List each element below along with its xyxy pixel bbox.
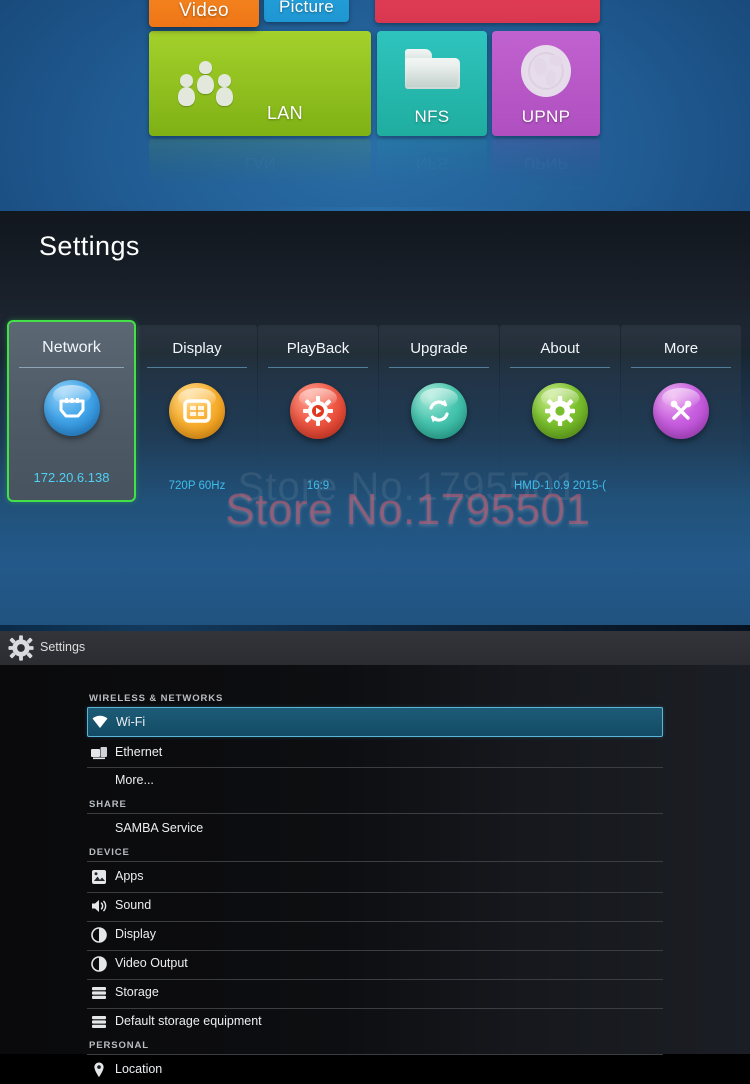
- tab-display-label: Display: [172, 340, 222, 357]
- divider: [147, 367, 247, 368]
- list-item-samba-service-label: SAMBA Service: [115, 821, 204, 835]
- list-item-more-label: More...: [115, 773, 154, 787]
- tab-network[interactable]: Network 172.20.6.138: [7, 320, 136, 502]
- launcher-tile-nfs-label: NFS: [414, 107, 450, 126]
- tab-display[interactable]: Display 720P 60Hz: [137, 325, 257, 502]
- monitor-icon: [169, 383, 225, 439]
- launcher-tile-video-label: Video: [179, 0, 229, 21]
- list-item-video-output-label: Video Output: [115, 956, 188, 970]
- launcher-reflection-upnp: UPNP: [492, 139, 600, 199]
- tv-settings-panel: Settings Store No.1795501 Store No.17955…: [0, 207, 750, 625]
- refresh-icon: [411, 383, 467, 439]
- apps-icon: [90, 868, 108, 886]
- storage-icon: [90, 984, 108, 1002]
- page-title: Settings: [39, 231, 140, 261]
- launcher-tile-upnp[interactable]: UPNP: [492, 31, 600, 136]
- divider: [631, 367, 731, 368]
- launcher-reflection-lan: LAN: [149, 139, 371, 199]
- divider: [268, 367, 368, 368]
- android-app-bar-title: Settings: [40, 640, 86, 654]
- list-item-storage-label: Storage: [115, 985, 159, 999]
- wifi-icon: [91, 713, 109, 731]
- section-header-wireless: WIRELESS & NETWORKS: [89, 693, 224, 704]
- list-item-wifi[interactable]: Wi-Fi: [87, 707, 663, 737]
- tab-network-label: Network: [42, 339, 101, 356]
- globe-icon: [521, 45, 571, 97]
- tab-more[interactable]: More: [621, 325, 741, 502]
- tab-playback-label: PlayBack: [286, 340, 350, 357]
- list-item-default-storage-equipment[interactable]: Default storage equipment: [87, 1008, 663, 1036]
- gear-icon: [532, 383, 588, 439]
- divider: [87, 813, 663, 814]
- launcher-tile-video[interactable]: Video: [149, 0, 259, 27]
- tab-playback-value: 16:9: [306, 480, 330, 492]
- launcher-panel: Picture Video LAN NFS UPNP LAN NFS UPNP: [0, 0, 750, 207]
- launcher-tile-upnp-label: UPNP: [521, 107, 571, 126]
- tab-about-label: About: [540, 340, 580, 357]
- people-icon: [177, 61, 237, 109]
- list-item-apps-label: Apps: [115, 869, 144, 883]
- divider: [19, 367, 124, 368]
- gear-play-icon: [290, 383, 346, 439]
- display-icon: [90, 926, 108, 944]
- divider: [87, 861, 663, 862]
- ethernet-icon: [90, 744, 108, 762]
- section-header-share: SHARE: [89, 799, 127, 810]
- divider: [0, 207, 750, 211]
- display-icon: [90, 955, 108, 973]
- gear-icon: [8, 635, 34, 661]
- section-header-personal: PERSONAL: [89, 1040, 149, 1051]
- tab-display-value: 720P 60Hz: [168, 480, 226, 492]
- tools-icon: [653, 383, 709, 439]
- ethernet-port-icon: [43, 380, 100, 436]
- sound-icon: [90, 897, 108, 915]
- tab-more-label: More: [663, 340, 699, 357]
- section-header-device: DEVICE: [89, 847, 130, 858]
- launcher-tile-picture[interactable]: Picture: [264, 0, 349, 22]
- list-item-display-label: Display: [115, 927, 156, 941]
- list-item-sound-label: Sound: [115, 898, 152, 912]
- list-item-ethernet-label: Ethernet: [115, 745, 163, 759]
- divider: [510, 367, 610, 368]
- list-item-display[interactable]: Display: [87, 921, 663, 949]
- list-item-location[interactable]: Location: [87, 1056, 663, 1084]
- tab-upgrade[interactable]: Upgrade: [379, 325, 499, 502]
- settings-tab-strip: Network 172.20.6.138 Display 720P 60Hz P…: [7, 320, 743, 502]
- launcher-reflection-nfs: NFS: [377, 139, 487, 199]
- android-settings-panel: Settings WIRELESS & NETWORKS Wi-Fi Ether…: [0, 625, 750, 1078]
- list-item-more[interactable]: More...: [87, 767, 663, 795]
- list-item-sound[interactable]: Sound: [87, 892, 663, 920]
- folder-icon: [405, 49, 460, 89]
- divider: [87, 1054, 663, 1055]
- location-pin-icon: [90, 1061, 108, 1079]
- tab-about[interactable]: About HMD-1.0.9 2015-(: [500, 325, 620, 502]
- list-item-wifi-label: Wi-Fi: [116, 715, 146, 729]
- divider: [389, 367, 489, 368]
- list-item-ethernet[interactable]: Ethernet: [87, 739, 663, 767]
- storage-icon: [90, 1013, 108, 1031]
- android-settings-list[interactable]: WIRELESS & NETWORKS Wi-Fi Ethernet More.…: [0, 665, 750, 1078]
- android-app-bar: Settings: [0, 631, 750, 665]
- launcher-tile-picture-label: Picture: [278, 0, 334, 16]
- tab-playback[interactable]: PlayBack 16:9: [258, 325, 378, 502]
- launcher-tile-lan-label: LAN: [267, 103, 303, 123]
- list-item-apps[interactable]: Apps: [87, 863, 663, 891]
- list-item-samba-service[interactable]: SAMBA Service: [87, 815, 663, 843]
- tab-network-value: 172.20.6.138: [33, 470, 110, 485]
- list-item-location-label: Location: [115, 1062, 163, 1076]
- launcher-tile-red[interactable]: [375, 0, 600, 23]
- tab-upgrade-label: Upgrade: [410, 340, 468, 357]
- list-item-default-storage-equipment-label: Default storage equipment: [115, 1014, 262, 1028]
- list-item-video-output[interactable]: Video Output: [87, 950, 663, 978]
- tab-about-value: HMD-1.0.9 2015-(: [513, 480, 607, 492]
- launcher-tile-lan[interactable]: LAN: [149, 31, 371, 136]
- launcher-tile-nfs[interactable]: NFS: [377, 31, 487, 136]
- list-item-storage[interactable]: Storage: [87, 979, 663, 1007]
